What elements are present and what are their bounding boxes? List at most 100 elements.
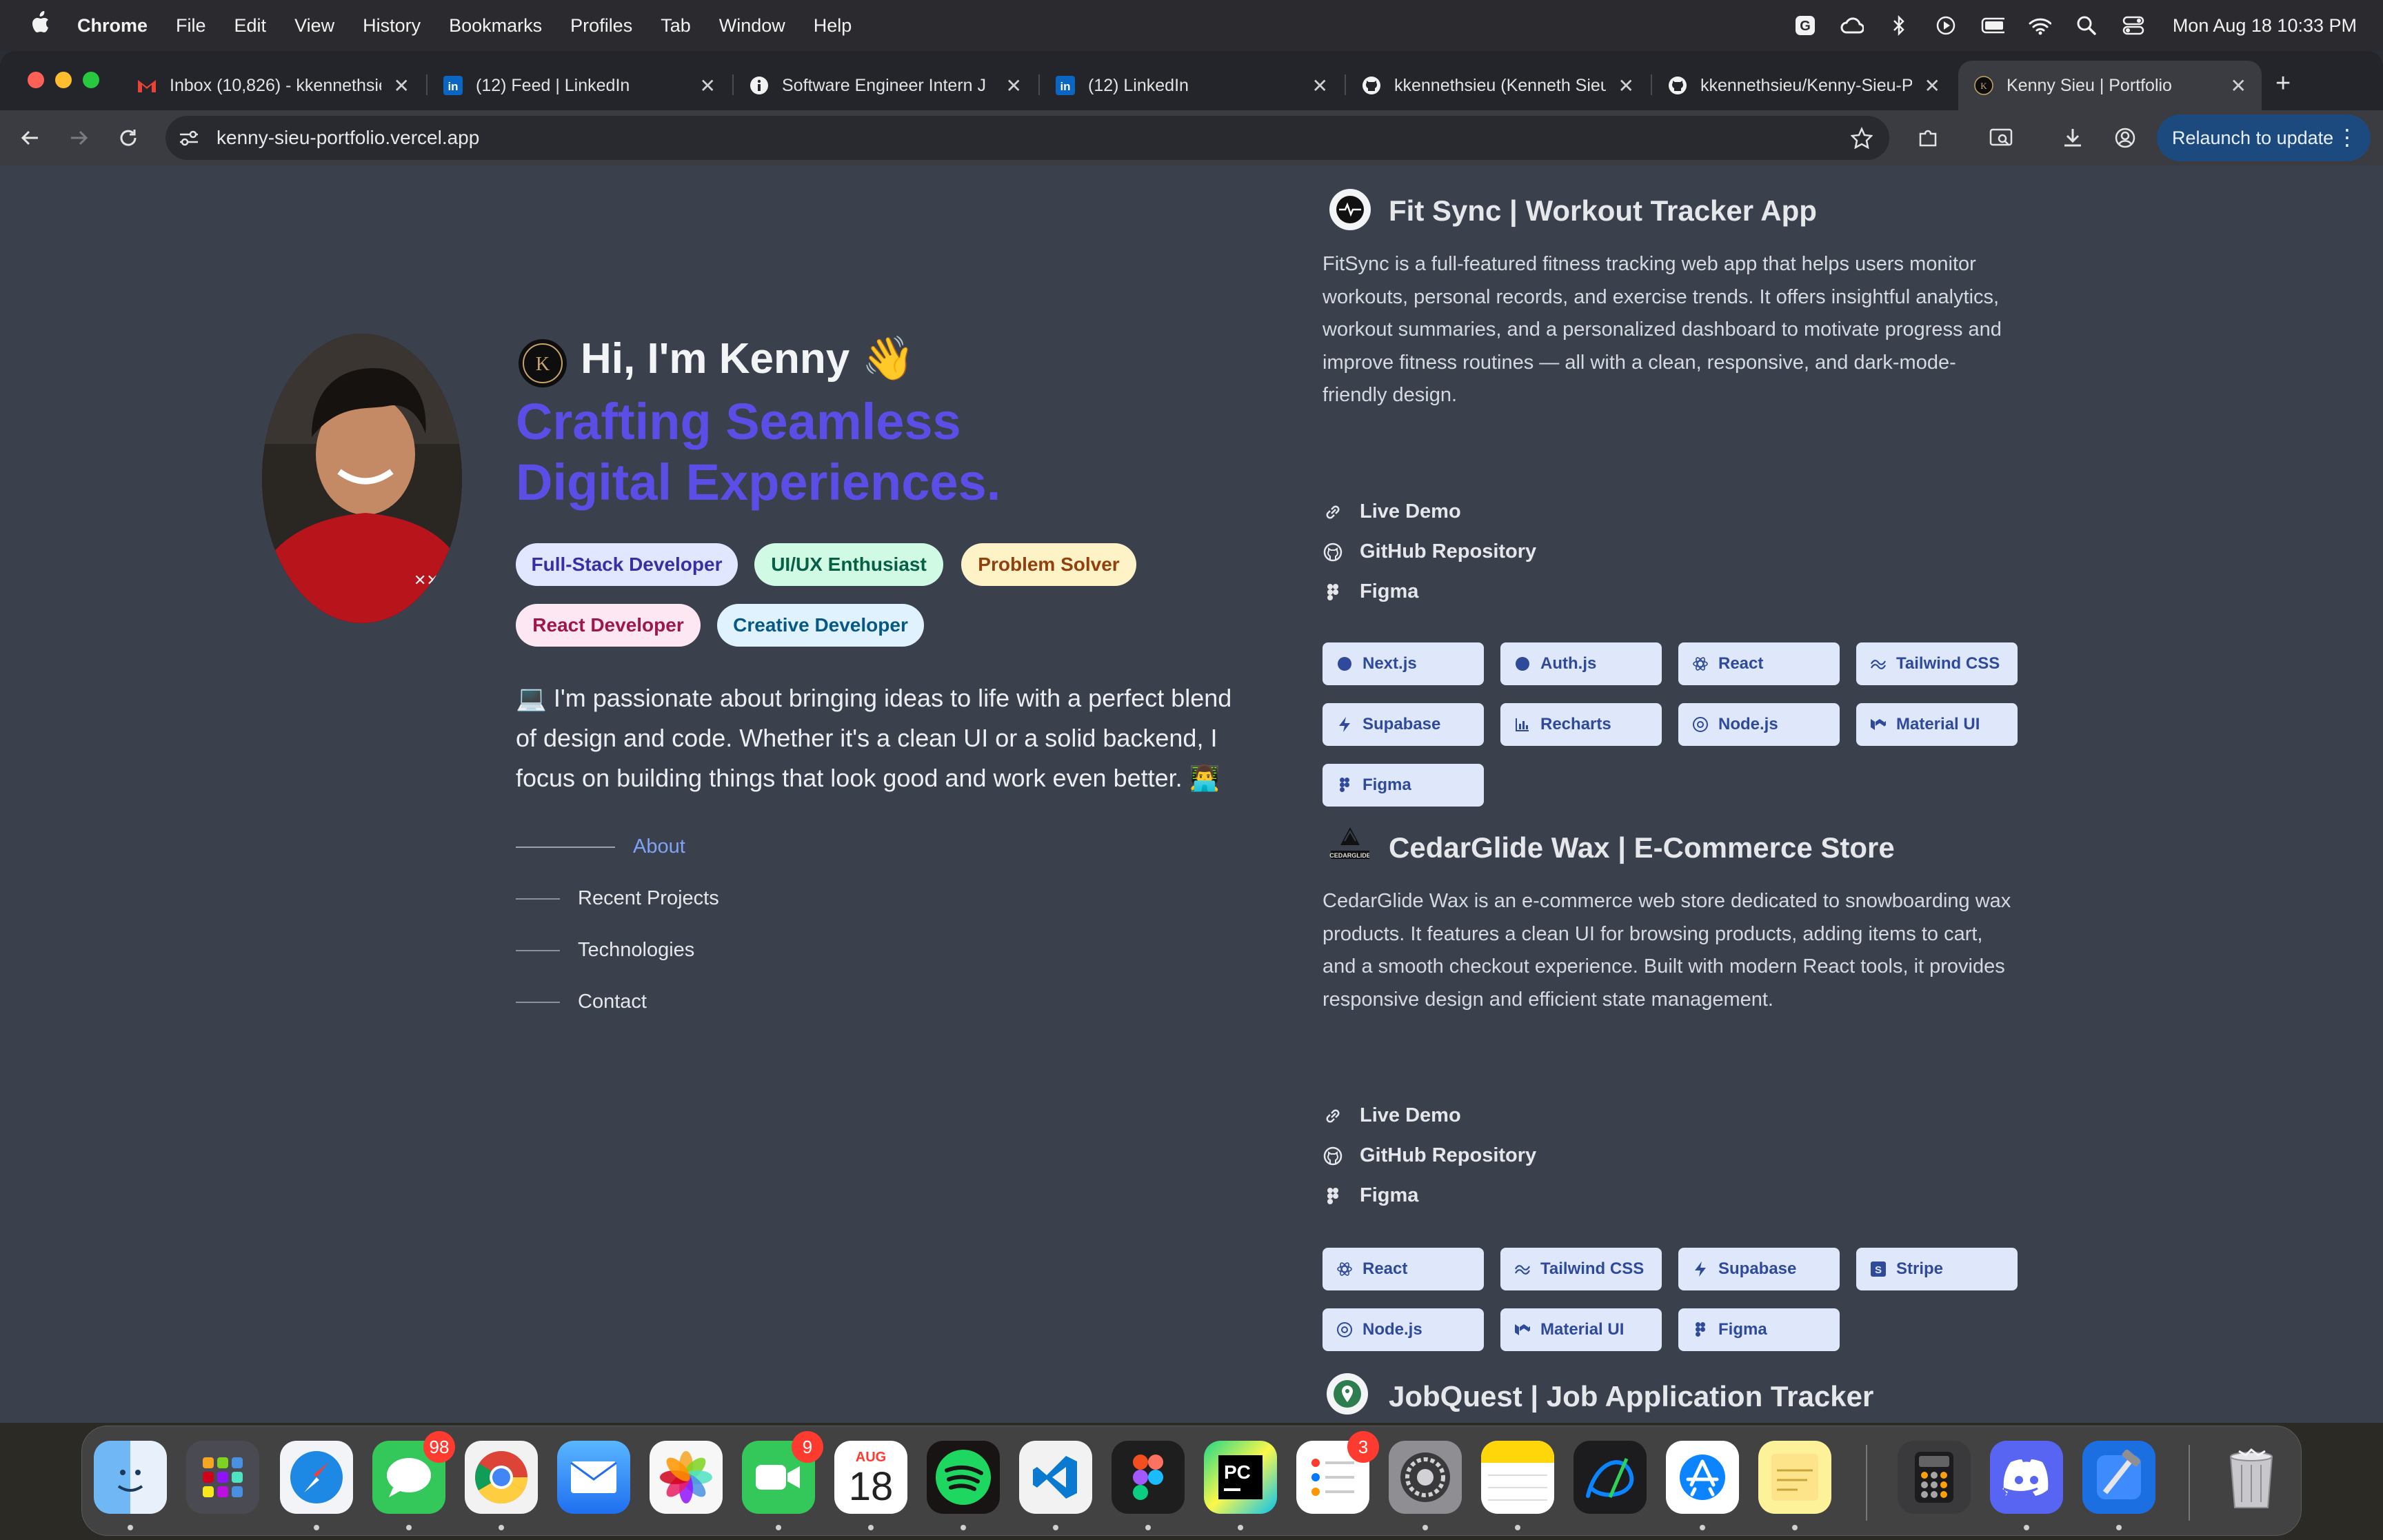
trash-icon[interactable]: [2215, 1441, 2288, 1514]
github-icon: [1361, 75, 1382, 96]
forward-arrow-icon[interactable]: [65, 124, 92, 152]
pill-problem-solver: Problem Solver: [961, 543, 1136, 586]
menu-edit[interactable]: Edit: [234, 15, 267, 37]
pycharm-icon[interactable]: PC: [1204, 1441, 1277, 1514]
download-icon[interactable]: [2059, 124, 2087, 152]
nav-technologies[interactable]: Technologies: [516, 939, 694, 962]
menu-file[interactable]: File: [176, 15, 206, 37]
freeform-icon[interactable]: [1573, 1441, 1647, 1514]
menu-app-name[interactable]: Chrome: [77, 15, 148, 37]
system-settings-icon[interactable]: [1389, 1441, 1462, 1514]
nav-about[interactable]: About: [516, 835, 685, 858]
mail-icon[interactable]: [557, 1441, 630, 1514]
close-icon[interactable]: ✕: [700, 74, 716, 97]
menu-view[interactable]: View: [294, 15, 334, 37]
github-repository-link[interactable]: GitHub Repository: [1323, 1144, 1536, 1167]
zoom-window-button[interactable]: [83, 72, 99, 88]
tech-badge-material-ui: Material UI: [1856, 703, 2018, 746]
bookmark-star-icon[interactable]: [1849, 125, 1874, 150]
calculator-icon[interactable]: [1898, 1441, 1971, 1514]
menu-bar: Chrome File Edit View History Bookmarks …: [0, 0, 2383, 51]
fitsync-logo-icon: [1329, 189, 1371, 230]
project-title[interactable]: CedarGlide Wax | E-Commerce Store: [1389, 831, 1895, 864]
launchpad-icon[interactable]: [186, 1441, 259, 1514]
figma-app-icon[interactable]: [1112, 1441, 1185, 1514]
nav-recent-projects[interactable]: Recent Projects: [516, 887, 719, 910]
menu-tab[interactable]: Tab: [661, 15, 691, 37]
tab-job-posting[interactable]: Software Engineer Intern J ✕: [734, 61, 1037, 110]
material-ui-icon: [1870, 716, 1887, 733]
photos-icon[interactable]: [650, 1441, 723, 1514]
battery-icon[interactable]: [1981, 14, 2004, 37]
tech-badge-figma: Figma: [1323, 764, 1484, 807]
finder-icon[interactable]: [94, 1441, 167, 1514]
play-circle-icon[interactable]: [1934, 14, 1958, 37]
menu-help[interactable]: Help: [814, 15, 852, 37]
tailwind-icon: [1870, 656, 1887, 672]
authjs-icon: [1514, 656, 1531, 672]
menu-window[interactable]: Window: [719, 15, 785, 37]
menu-history[interactable]: History: [363, 15, 421, 37]
notes-icon[interactable]: [1481, 1441, 1554, 1514]
spotlight-search-icon[interactable]: [2075, 14, 2098, 37]
bio-paragraph: 💻 I'm passionate about bringing ideas to…: [516, 684, 1232, 792]
vscode-icon[interactable]: [1019, 1441, 1092, 1514]
back-arrow-icon[interactable]: [17, 124, 44, 152]
close-icon[interactable]: ✕: [1312, 74, 1328, 97]
stickies-icon[interactable]: [1758, 1441, 1831, 1514]
svg-text:S: S: [1875, 1264, 1882, 1276]
tech-badge-nodejs: Node.js: [1678, 703, 1840, 746]
close-icon[interactable]: ✕: [1006, 74, 1022, 97]
tab-github-profile[interactable]: kkennethsieu (Kenneth Sieu ✕: [1346, 61, 1649, 110]
react-icon: [1336, 1261, 1353, 1277]
url-text[interactable]: kenny-sieu-portfolio.vercel.app: [217, 127, 479, 149]
control-center-icon[interactable]: [2122, 14, 2145, 37]
tab-portfolio-active[interactable]: K Kenny Sieu | Portfolio ✕: [1958, 61, 2262, 110]
close-window-button[interactable]: [28, 72, 44, 88]
xcode-icon[interactable]: [2082, 1441, 2155, 1514]
menu-bookmarks[interactable]: Bookmarks: [449, 15, 542, 37]
new-tab-plus-icon[interactable]: +: [2275, 69, 2291, 99]
grammarly-icon[interactable]: G: [1793, 14, 1817, 37]
address-bar[interactable]: kenny-sieu-portfolio.vercel.app: [165, 116, 1889, 160]
wifi-icon[interactable]: [2028, 14, 2051, 37]
tab-linkedin-feed[interactable]: in (12) Feed | LinkedIn ✕: [428, 61, 731, 110]
discord-icon[interactable]: [1990, 1441, 2063, 1514]
bluetooth-icon[interactable]: [1887, 14, 1911, 37]
live-demo-link[interactable]: Live Demo: [1323, 500, 1461, 523]
tab-github-repo[interactable]: kkennethsieu/Kenny-Sieu-P ✕: [1652, 61, 1955, 110]
close-icon[interactable]: ✕: [1618, 74, 1634, 97]
tab-linkedin[interactable]: in (12) LinkedIn ✕: [1040, 61, 1343, 110]
minimize-window-button[interactable]: [55, 72, 72, 88]
menu-profiles[interactable]: Profiles: [570, 15, 632, 37]
close-icon[interactable]: ✕: [394, 74, 410, 97]
project-title[interactable]: JobQuest | Job Application Tracker: [1389, 1380, 1873, 1413]
figma-link[interactable]: Figma: [1323, 1184, 1418, 1207]
live-demo-link[interactable]: Live Demo: [1323, 1104, 1461, 1127]
tab-search-icon[interactable]: [1987, 124, 2015, 152]
figma-link[interactable]: Figma: [1323, 580, 1418, 603]
close-icon[interactable]: ✕: [1924, 74, 1940, 97]
cloud-sync-icon[interactable]: [1840, 14, 1864, 37]
menubar-clock[interactable]: Mon Aug 18 10:33 PM: [2173, 15, 2357, 37]
safari-icon[interactable]: [280, 1441, 353, 1514]
apple-menu-icon[interactable]: [26, 10, 54, 41]
site-info-icon[interactable]: [177, 125, 201, 150]
supabase-icon: [1692, 1261, 1709, 1277]
github-icon: [1667, 75, 1688, 96]
relaunch-to-update-button[interactable]: Relaunch to update ⋮: [2157, 114, 2371, 161]
profile-account-icon[interactable]: [2111, 124, 2139, 152]
nav-contact[interactable]: Contact: [516, 991, 647, 1013]
nodejs-icon: [1692, 716, 1709, 733]
chrome-icon[interactable]: [465, 1441, 538, 1514]
calendar-icon[interactable]: AUG 18: [834, 1441, 907, 1514]
close-icon[interactable]: ✕: [2231, 74, 2246, 97]
tab-gmail[interactable]: Inbox (10,826) - kkennethsieu ✕: [121, 61, 425, 110]
project-title[interactable]: Fit Sync | Workout Tracker App: [1389, 194, 1817, 227]
spotify-icon[interactable]: [927, 1441, 1000, 1514]
app-store-icon[interactable]: [1666, 1441, 1739, 1514]
extensions-puzzle-icon[interactable]: [1914, 124, 1942, 152]
reload-icon[interactable]: [114, 124, 142, 152]
more-options-icon[interactable]: ⋮: [2336, 124, 2358, 150]
github-repository-link[interactable]: GitHub Repository: [1323, 540, 1536, 563]
